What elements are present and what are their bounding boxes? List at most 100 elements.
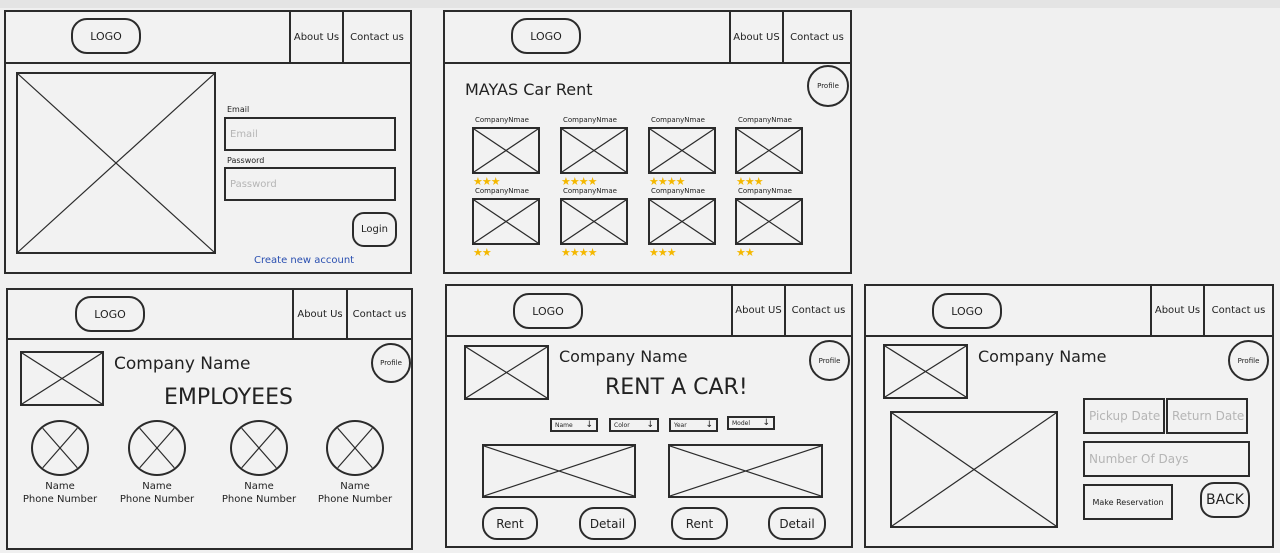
nav-contact-us[interactable]: Contact us (782, 12, 850, 62)
car-image-placeholder (668, 444, 823, 498)
email-label: Email (227, 105, 250, 114)
back-button[interactable]: BACK (1200, 482, 1250, 518)
nav-about-us[interactable]: About Us (289, 12, 342, 62)
password-field[interactable] (224, 167, 396, 201)
star-rating: ★★ (473, 246, 492, 259)
email-field[interactable] (224, 117, 396, 151)
rent-header: LOGO About US Contact us (447, 286, 851, 337)
rent-button[interactable]: Rent (482, 507, 538, 540)
logo[interactable]: LOGO (932, 293, 1002, 329)
employees-frame: LOGO About Us Contact us Company Name Pr… (6, 288, 413, 550)
nav-contact-us[interactable]: Contact us (1203, 286, 1272, 335)
rent-button[interactable]: Rent (671, 507, 728, 540)
employee-phone: Phone Number (221, 494, 297, 505)
nav-about-us[interactable]: About Us (292, 290, 346, 338)
card-company-name: CompanyNmae (651, 116, 705, 124)
employee-avatar (31, 420, 89, 476)
star-rating: ★★★ (736, 175, 764, 188)
employees-heading: EMPLOYEES (164, 385, 293, 410)
card-company-name: CompanyNmae (475, 187, 529, 195)
nav-contact-us[interactable]: Contact us (346, 290, 411, 338)
rent-heading: RENT A CAR! (605, 375, 748, 400)
employee-info: Name Phone Number (214, 480, 304, 506)
car-image-placeholder[interactable] (735, 127, 803, 174)
car-image-placeholder[interactable] (472, 127, 540, 174)
employee-info: Name Phone Number (310, 480, 400, 506)
return-date-field[interactable] (1166, 398, 1248, 434)
logo[interactable]: LOGO (75, 296, 145, 332)
star-rating: ★★★ (473, 175, 501, 188)
filter-label: Model (732, 419, 751, 427)
employee-avatar (326, 420, 384, 476)
employee-avatar (128, 420, 186, 476)
profile-button[interactable]: Profile (809, 340, 850, 381)
page-title: MAYAS Car Rent (465, 80, 593, 99)
login-header: LOGO About Us Contact us (6, 12, 410, 64)
profile-button[interactable]: Profile (371, 343, 411, 383)
number-of-days-field[interactable] (1083, 441, 1250, 477)
star-rating: ★★★★ (561, 175, 597, 188)
nav-about-us[interactable]: About US (731, 286, 784, 335)
logo[interactable]: LOGO (511, 18, 581, 54)
filter-model-dropdown[interactable]: Model ↓ (727, 416, 775, 430)
car-image-placeholder[interactable] (735, 198, 803, 245)
employee-name: Name (244, 481, 274, 492)
star-rating: ★★★★ (561, 246, 597, 259)
card-company-name: CompanyNmae (563, 116, 617, 124)
filter-color-dropdown[interactable]: Color ↓ (609, 418, 659, 432)
arrow-down-icon: ↓ (585, 420, 593, 430)
card-company-name: CompanyNmae (563, 187, 617, 195)
logo[interactable]: LOGO (71, 18, 141, 54)
card-company-name: CompanyNmae (738, 116, 792, 124)
profile-button[interactable]: Profile (1228, 340, 1269, 381)
password-label: Password (227, 156, 265, 165)
rent-frame: LOGO About US Contact us Company Name Pr… (445, 284, 853, 548)
arrow-down-icon: ↓ (762, 418, 770, 428)
detail-button[interactable]: Detail (768, 507, 826, 540)
car-image-placeholder[interactable] (648, 127, 716, 174)
employee-phone: Phone Number (317, 494, 393, 505)
catalog-frame: LOGO About US Contact us MAYAS Car Rent … (443, 10, 852, 274)
card-company-name: CompanyNmae (651, 187, 705, 195)
nav-contact-us[interactable]: Contact us (342, 12, 410, 62)
login-frame: LOGO About Us Contact us Email Password … (4, 10, 412, 274)
card-company-name: CompanyNmae (475, 116, 529, 124)
car-image-placeholder[interactable] (560, 198, 628, 245)
company-image-placeholder (464, 345, 549, 400)
logo[interactable]: LOGO (513, 293, 583, 329)
profile-button[interactable]: Profile (807, 65, 849, 107)
car-image-placeholder (482, 444, 636, 498)
car-image-placeholder[interactable] (560, 127, 628, 174)
reservation-frame: LOGO About Us Contact us Company Name Pr… (864, 284, 1274, 548)
employee-avatar (230, 420, 288, 476)
employee-info: Name Phone Number (15, 480, 105, 506)
reservation-header: LOGO About Us Contact us (866, 286, 1272, 337)
create-account-link[interactable]: Create new account (254, 255, 354, 266)
top-edge (0, 0, 1280, 8)
pickup-date-field[interactable] (1083, 398, 1165, 434)
employee-info: Name Phone Number (112, 480, 202, 506)
login-button[interactable]: Login (352, 212, 397, 247)
image-placeholder (16, 72, 216, 254)
company-image-placeholder (20, 351, 104, 406)
employee-name: Name (142, 481, 172, 492)
company-name: Company Name (978, 347, 1107, 366)
nav-contact-us[interactable]: Contact us (784, 286, 851, 335)
nav-about-us[interactable]: About US (729, 12, 782, 62)
employee-name: Name (340, 481, 370, 492)
filter-label: Year (674, 421, 687, 429)
employee-name: Name (45, 481, 75, 492)
detail-button[interactable]: Detail (579, 507, 636, 540)
employee-phone: Phone Number (22, 494, 98, 505)
employees-header: LOGO About Us Contact us (8, 290, 411, 340)
filter-name-dropdown[interactable]: Name ↓ (550, 418, 598, 432)
car-image-placeholder[interactable] (472, 198, 540, 245)
filter-year-dropdown[interactable]: Year ↓ (669, 418, 718, 432)
make-reservation-button[interactable]: Make Reservation (1083, 484, 1173, 520)
car-image-placeholder[interactable] (648, 198, 716, 245)
filter-label: Color (614, 421, 630, 429)
car-image-placeholder (890, 411, 1058, 528)
card-company-name: CompanyNmae (738, 187, 792, 195)
company-image-placeholder (883, 344, 968, 399)
nav-about-us[interactable]: About Us (1150, 286, 1203, 335)
